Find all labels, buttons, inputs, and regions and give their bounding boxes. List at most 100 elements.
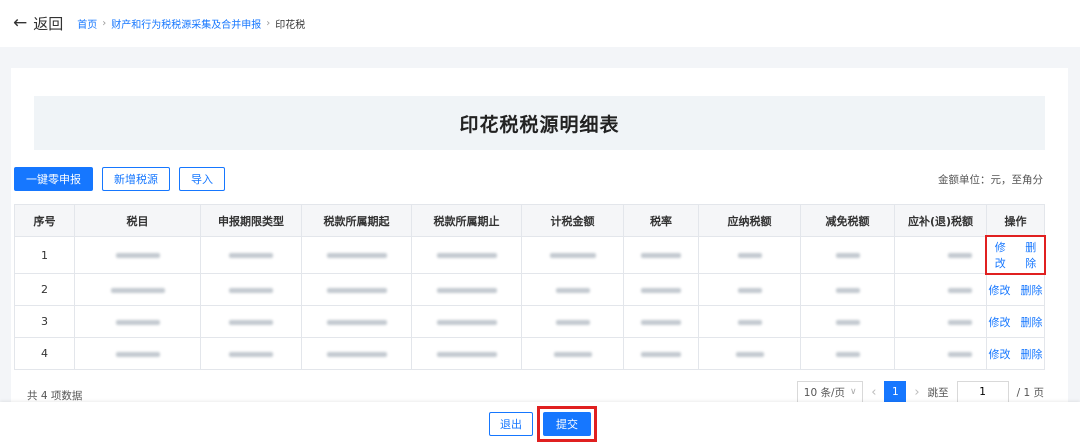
page-number-current[interactable]: 1 <box>884 381 907 403</box>
breadcrumb-parent[interactable]: 财产和行为税税源采集及合并申报 <box>111 16 261 31</box>
col-header: 序号 <box>14 204 75 237</box>
table-row: 3 修改 删除 <box>14 305 1045 338</box>
col-header: 应补(退)税额 <box>894 204 987 237</box>
redacted-value <box>641 351 681 357</box>
col-header: 应纳税额 <box>698 204 801 237</box>
redacted-value <box>436 253 497 258</box>
page-size-select[interactable]: 10 条/页 ∨ <box>797 381 864 403</box>
redacted-value <box>326 287 387 293</box>
row-actions: 修改 删除 <box>987 346 1044 362</box>
table-row: 1 修改 删除 <box>14 235 1046 275</box>
exit-button[interactable]: 退出 <box>489 411 533 436</box>
col-header: 税款所属期止 <box>411 204 522 237</box>
redacted-value <box>555 319 590 325</box>
row-index: 4 <box>14 337 75 370</box>
redacted-value <box>553 351 592 357</box>
col-header: 税率 <box>623 204 699 237</box>
page-title: 印花税税源明细表 <box>459 113 620 136</box>
redacted-value <box>229 319 273 325</box>
redacted-value <box>326 253 387 258</box>
redacted-value <box>835 319 860 325</box>
page-size-value: 10 条/页 <box>803 386 846 399</box>
row-actions: 修改 删除 <box>987 282 1044 298</box>
main-card: 印花税税源明细表 一键零申报 新增税源 导入 金额单位：元，至角分 序号 税目 … <box>11 68 1068 408</box>
jump-label: 跳至 <box>927 386 949 399</box>
tax-source-table: 序号 税目 申报期限类型 税款所属期起 税款所属期止 计税金额 税率 应纳税额 … <box>14 204 1046 370</box>
col-header: 减免税额 <box>800 204 895 237</box>
col-header: 计税金额 <box>521 204 624 237</box>
back-label: 返回 <box>33 15 64 33</box>
redacted-value <box>948 287 972 293</box>
amount-unit-note: 金额单位：元，至角分 <box>938 174 1043 186</box>
delete-link[interactable]: 删除 <box>1021 314 1043 330</box>
redacted-value <box>737 253 762 258</box>
table-header-row: 序号 税目 申报期限类型 税款所属期起 税款所属期止 计税金额 税率 应纳税额 … <box>14 204 1045 237</box>
col-header: 税目 <box>74 204 201 237</box>
redacted-value <box>229 253 273 258</box>
row-index: 1 <box>14 236 75 274</box>
total-count: 共 4 项数据 <box>27 390 83 402</box>
prev-page-icon[interactable]: ‹ <box>871 385 876 400</box>
chevron-right-icon: › <box>266 18 271 29</box>
redacted-value <box>737 319 762 325</box>
redacted-value <box>641 287 681 293</box>
redacted-value <box>436 351 497 357</box>
pagination: 10 条/页 ∨ ‹ 1 › 跳至 / 1 页 <box>797 381 1044 403</box>
redacted-value <box>948 253 972 258</box>
redacted-value <box>110 287 165 293</box>
back-arrow-icon: ← <box>13 13 28 33</box>
delete-link[interactable]: 删除 <box>1021 282 1043 298</box>
redacted-value <box>835 351 860 357</box>
top-bar: ← 返回 首页 › 财产和行为税税源采集及合并申报 › 印花税 <box>0 0 1080 47</box>
redacted-value <box>436 319 497 325</box>
row-actions-highlighted: 修改 删除 <box>985 235 1046 275</box>
redacted-value <box>229 351 273 357</box>
chevron-right-icon: › <box>102 18 107 29</box>
table-row: 2 修改 删除 <box>14 273 1045 306</box>
redacted-value <box>641 319 681 325</box>
submit-highlight: 提交 <box>537 405 597 442</box>
redacted-value <box>115 253 160 258</box>
page-total: / 1 页 <box>1016 386 1044 399</box>
edit-link[interactable]: 修改 <box>989 314 1011 330</box>
redacted-value <box>436 287 497 293</box>
redacted-value <box>737 287 762 293</box>
redacted-value <box>948 319 972 325</box>
row-index: 2 <box>14 273 75 306</box>
delete-link[interactable]: 删除 <box>1021 239 1042 271</box>
row-actions: 修改 删除 <box>987 314 1044 330</box>
redacted-value <box>115 319 160 325</box>
bottom-action-bar: 退出 提交 <box>0 402 1080 445</box>
redacted-value <box>641 253 681 258</box>
redacted-value <box>229 287 273 293</box>
col-header: 操作 <box>986 204 1045 237</box>
edit-link[interactable]: 修改 <box>989 282 1011 298</box>
add-source-button[interactable]: 新增税源 <box>102 167 170 191</box>
title-banner: 印花税税源明细表 <box>34 96 1045 150</box>
col-header: 申报期限类型 <box>200 204 302 237</box>
zero-declare-button[interactable]: 一键零申报 <box>14 167 93 191</box>
import-button[interactable]: 导入 <box>179 167 225 191</box>
row-index: 3 <box>14 305 75 338</box>
redacted-value <box>735 351 764 357</box>
edit-link[interactable]: 修改 <box>990 239 1011 271</box>
back-button[interactable]: ← 返回 <box>13 13 63 34</box>
breadcrumb-current: 印花税 <box>275 20 306 31</box>
delete-link[interactable]: 删除 <box>1021 346 1043 362</box>
next-page-icon[interactable]: › <box>914 385 919 400</box>
submit-button[interactable]: 提交 <box>543 411 591 436</box>
breadcrumb-home[interactable]: 首页 <box>77 16 97 31</box>
table-row: 4 修改 删除 <box>14 337 1045 370</box>
edit-link[interactable]: 修改 <box>989 346 1011 362</box>
redacted-value <box>835 287 860 293</box>
breadcrumb: 首页 › 财产和行为税税源采集及合并申报 › 印花税 <box>77 16 305 31</box>
redacted-value <box>326 319 387 325</box>
jump-page-input[interactable] <box>956 381 1009 403</box>
col-header: 税款所属期起 <box>301 204 412 237</box>
redacted-value <box>835 253 860 258</box>
redacted-value <box>115 351 160 357</box>
redacted-value <box>549 253 596 258</box>
toolbar: 一键零申报 新增税源 导入 <box>14 167 225 191</box>
redacted-value <box>948 351 972 357</box>
redacted-value <box>326 351 387 357</box>
